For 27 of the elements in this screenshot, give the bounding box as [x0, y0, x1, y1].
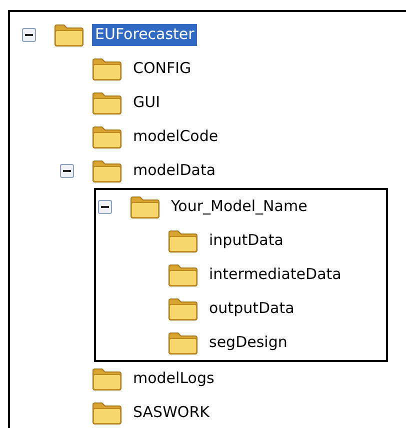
folder-icon [168, 331, 198, 355]
folder-icon [92, 367, 122, 391]
folder-icon [130, 195, 160, 219]
collapse-icon[interactable] [22, 28, 36, 42]
folder-name[interactable]: inputData [206, 230, 286, 252]
folder-name[interactable]: GUI [130, 92, 164, 114]
folder-icon [168, 297, 198, 321]
folder-icon [92, 57, 122, 81]
folder-name[interactable]: CONFIG [130, 58, 194, 80]
folder-icon [92, 401, 122, 425]
folder-icon [54, 23, 84, 47]
folder-name[interactable]: EUForecaster [92, 24, 198, 46]
folder-name[interactable]: modelCode [130, 126, 222, 148]
folder-name[interactable]: outputData [206, 298, 298, 320]
folder-icon [168, 229, 198, 253]
folder-icon [92, 91, 122, 115]
folder-icon [168, 263, 198, 287]
folder-icon [92, 159, 122, 183]
folder-name[interactable]: modelData [130, 160, 219, 182]
folder-name[interactable]: intermediateData [206, 264, 344, 286]
folder-name[interactable]: modelLogs [130, 368, 218, 390]
folder-name[interactable]: segDesign [206, 332, 290, 354]
collapse-icon[interactable] [60, 164, 74, 178]
folder-icon [92, 125, 122, 149]
collapse-icon[interactable] [98, 200, 112, 214]
folder-name[interactable]: SASWORK [130, 402, 212, 424]
folder-name[interactable]: Your_Model_Name [168, 196, 310, 218]
